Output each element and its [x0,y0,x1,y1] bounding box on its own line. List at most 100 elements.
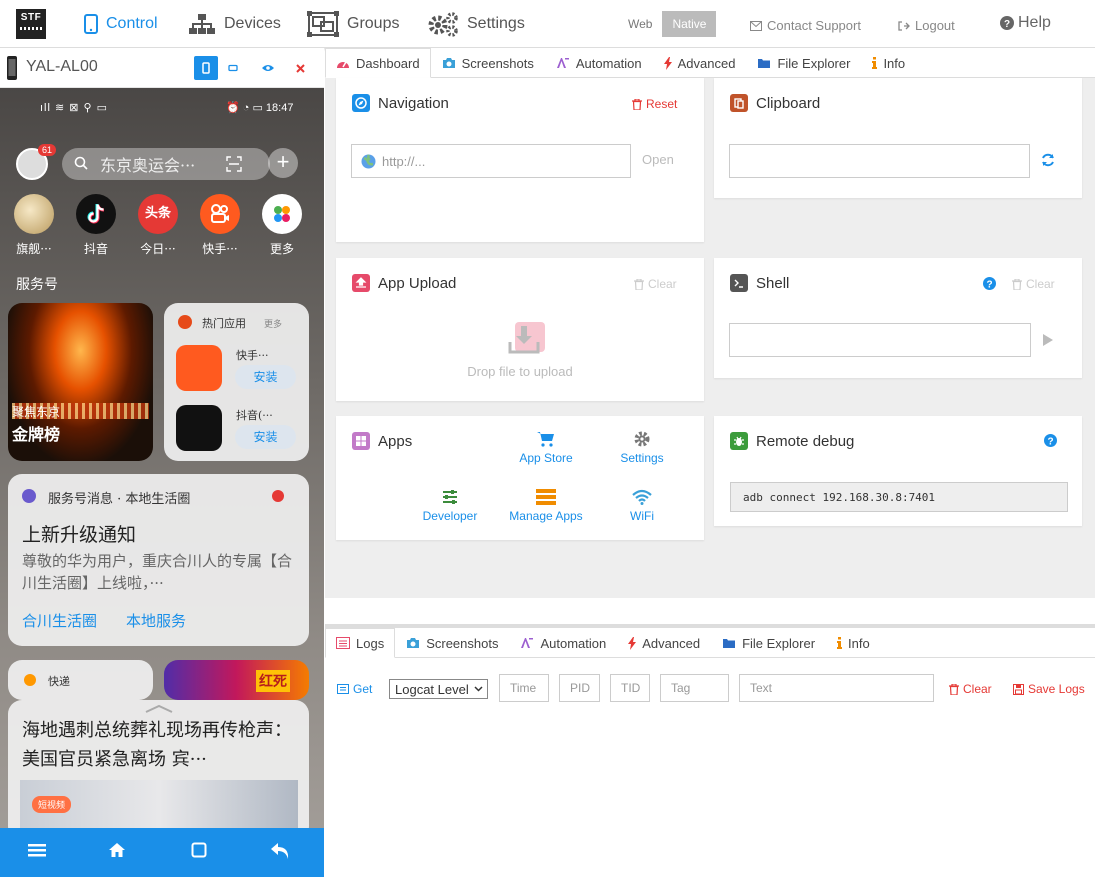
terminal-icon [730,274,748,292]
mode-web-button[interactable]: Web [618,11,662,37]
shell-input[interactable] [729,323,1031,357]
phone-app-3[interactable]: 头条 今日··· [138,194,178,257]
view-button[interactable] [256,56,280,80]
question-circle-icon[interactable]: ? [983,277,996,290]
nav-devices[interactable]: Devices [188,12,281,36]
recent-apps-icon[interactable] [191,842,207,858]
open-button[interactable]: Open [642,152,674,167]
tab-dashboard[interactable]: Dashboard [325,48,431,78]
app-upload-widget: App Upload Clear Drop file to upload [336,258,704,401]
phone-app-4[interactable]: 快手··· [200,194,240,257]
close-device-button[interactable] [288,56,312,80]
notice-link-2[interactable]: 本地服务 [126,610,186,631]
tab-logs[interactable]: Logs [325,628,396,658]
eye-icon [262,65,274,71]
logcat-level-select[interactable]: Logcat Level [389,679,488,699]
install-button-2[interactable]: 安装 [235,425,296,449]
reset-button[interactable]: Reset [632,97,677,111]
main-panel: Dashboard Screenshots Automation Advance… [325,48,1095,879]
info-icon [872,57,878,69]
back-icon[interactable] [270,842,290,860]
phone-plus-button[interactable]: + [268,148,298,178]
home-icon[interactable] [108,842,126,858]
log-tab-screenshots[interactable]: Screenshots [395,628,509,658]
tab-automation[interactable]: Automation [545,48,653,78]
tab-file-explorer-label: File Explorer [777,55,851,71]
trash-icon [949,683,959,695]
trash-icon [1012,278,1022,290]
tid-filter[interactable]: TID [610,674,650,702]
text-filter[interactable]: Text [739,674,934,702]
clear-logs-label: Clear [963,682,992,696]
mode-native-button[interactable]: Native [662,11,717,37]
adb-command[interactable]: adb connect 192.168.30.8:7401 [730,482,1068,512]
flagship-app-icon [14,194,54,234]
log-tab-automation[interactable]: Automation [509,628,617,658]
popular-apps-more[interactable]: 更多 [264,317,282,330]
tag-filter[interactable]: Tag [660,674,729,702]
portrait-button[interactable] [194,56,218,80]
app-store-link[interactable]: App Store [510,431,582,465]
clipboard-input[interactable] [729,144,1030,178]
folder-icon [723,639,736,648]
navigation-widget: Navigation Reset http://... Open [336,78,704,242]
get-logs-button[interactable]: Get [337,682,372,696]
close-icon [295,63,305,73]
menu-icon[interactable] [28,842,46,858]
help-link[interactable]: ? Help [1000,14,1051,32]
device-nav-bar [0,828,324,877]
play-icon[interactable] [1042,333,1054,347]
more-apps-icon [262,194,302,234]
manage-apps-link[interactable]: Manage Apps [506,489,586,523]
device-screen[interactable]: ıll ≋ ⊠ ⚲ ▭ ⏰ ◔ ▭ 18:47 61 东京奥运会··· + 旗舰… [0,88,324,828]
notice-link-1[interactable]: 合川生活圈 [22,610,97,631]
phone-search-box[interactable]: 东京奥运会··· [62,148,270,180]
pid-filter[interactable]: PID [559,674,600,702]
nav-control[interactable]: Control [84,12,158,36]
log-tab-info[interactable]: Info [826,628,881,658]
clear-logs-button[interactable]: Clear [949,682,992,696]
save-logs-button[interactable]: Save Logs [1013,682,1085,696]
list-alt-icon [337,684,349,694]
tab-advanced[interactable]: Advanced [653,48,747,78]
url-placeholder: http://... [382,153,426,169]
wifi-label: WiFi [630,509,654,523]
tab-info[interactable]: Info [861,48,916,78]
red-banner-card[interactable]: 红死 [164,660,309,700]
log-tab-automation-label: Automation [540,635,607,651]
contact-support-link[interactable]: Contact Support [750,18,861,33]
time-filter[interactable]: Time [499,674,549,702]
news-card[interactable]: 海地遇刺总统葬礼现场再传枪声：美国官员紧急离场 宾··· 短视频 [8,700,309,828]
medal-card[interactable]: 聚焦东京 金牌榜 [8,303,153,461]
log-tab-advanced[interactable]: Advanced [617,628,711,658]
nav-devices-label: Devices [224,15,281,32]
shell-clear-button[interactable]: Clear [1012,277,1055,291]
stf-logo[interactable]: STF [16,9,46,39]
phone-app-1[interactable]: 旗舰··· [14,194,54,257]
sitemap-icon [189,14,215,34]
developer-link[interactable]: Developer [414,489,486,523]
url-input[interactable]: http://... [351,144,631,178]
tab-file-explorer[interactable]: File Explorer [746,48,861,78]
logout-link[interactable]: Logout [898,18,955,33]
nav-groups[interactable]: Groups [307,11,399,37]
upload-clear-button[interactable]: Clear [634,277,677,291]
mobile-landscape-icon [228,64,238,72]
express-card[interactable]: 快递 [8,660,153,700]
landscape-button[interactable] [221,56,245,80]
question-circle-icon[interactable]: ? [1044,434,1057,447]
phone-app-2[interactable]: 抖音 [76,194,116,257]
refresh-icon[interactable] [1041,153,1055,167]
nav-settings[interactable]: Settings [427,12,525,37]
shell-clear-label: Clear [1026,277,1055,291]
phone-app-5[interactable]: 更多 [262,194,302,257]
wifi-link[interactable]: WiFi [606,489,678,523]
list-icon [536,489,556,505]
log-tab-file-explorer[interactable]: File Explorer [711,628,826,658]
tab-screenshots[interactable]: Screenshots [431,48,545,78]
settings-app-link[interactable]: Settings [606,431,678,465]
app-upload-title: App Upload [378,274,457,292]
service-notice-card[interactable]: 服务号消息 · 本地生活圈 上新升级通知 尊敬的华为用户，重庆合川人的专属【合川… [8,474,309,646]
install-button-1[interactable]: 安装 [235,365,296,389]
upload-dropzone[interactable]: Drop file to upload [336,302,704,392]
